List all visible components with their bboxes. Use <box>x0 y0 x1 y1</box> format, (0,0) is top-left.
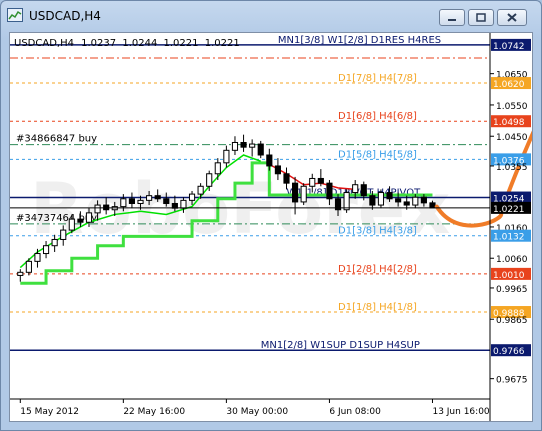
chart-header-close: 1.0221 <box>205 38 240 49</box>
candle-body <box>223 149 230 164</box>
restore-button[interactable] <box>468 9 494 26</box>
minimize-button[interactable] <box>439 9 465 26</box>
chart-header-high: 1.0244 <box>122 38 157 49</box>
restore-icon <box>476 13 486 22</box>
candle-body <box>249 143 256 148</box>
chart-header-low: 1.0221 <box>164 38 199 49</box>
candle-body <box>51 238 58 247</box>
chart-window-icon <box>7 8 23 22</box>
candle-body <box>146 195 153 201</box>
window-title: USDCAD,H4 <box>29 9 101 23</box>
close-icon <box>507 13 517 22</box>
candle-body <box>369 195 376 206</box>
candle-body <box>214 162 221 175</box>
candle-body <box>283 173 290 184</box>
candle-body <box>120 198 127 208</box>
candle-body <box>42 245 50 255</box>
svg-text:RoboForex: RoboForex <box>30 168 450 250</box>
price-tick-label: 1.0060 <box>496 255 528 265</box>
candle-body <box>128 198 136 204</box>
level-label: D1[3/8] H4[3/8] <box>338 226 417 237</box>
candle-body <box>197 185 204 195</box>
price-tick-label: 0.9675 <box>496 376 528 386</box>
level-label: MN1[3/8] W1[2/8] D1RES H4RES <box>278 35 441 46</box>
candle-body <box>257 143 264 156</box>
candle-body <box>85 212 93 223</box>
level-label: MN1[2/8] W1SUP D1SUP H4SUP <box>261 340 420 351</box>
chart-canvas: RoboForex MN1[3/8] W1[2/8] D1RES H4RES D1… <box>10 33 532 421</box>
price-tag-label: 1.0620 <box>493 80 525 90</box>
candle-body <box>180 199 187 209</box>
candle-body <box>154 195 161 200</box>
candle-body <box>395 198 402 203</box>
candle-body <box>60 229 67 240</box>
candle-body <box>34 253 41 262</box>
level-label: D1[5/8] H4[5/8] <box>338 149 417 160</box>
level-label: D1[7/8] H4[7/8] <box>338 73 417 84</box>
candle-body <box>420 196 427 204</box>
chart-header-symbol: USDCAD,H4 <box>14 38 74 49</box>
candle-body <box>206 173 213 187</box>
time-tick-label: 13 Jun 16:00 <box>432 407 489 417</box>
price-tick-label: 1.0355 <box>496 163 528 173</box>
candle-body <box>343 192 350 211</box>
candle-body <box>377 192 385 206</box>
candle-body <box>412 196 419 206</box>
time-tick-label: 30 May 00:00 <box>226 407 288 417</box>
candle-body <box>137 199 144 204</box>
price-tag-label: 0.9766 <box>493 347 525 357</box>
candle-body <box>163 198 170 204</box>
candle-body <box>352 184 359 194</box>
price-tag-label: 1.0010 <box>493 271 525 281</box>
candle-body <box>317 177 324 184</box>
price-tag-label: 1.0221 <box>493 205 525 215</box>
candle-body <box>300 185 307 203</box>
candle-body <box>309 177 316 187</box>
candle-body <box>403 201 410 206</box>
price-tick-label: 0.9865 <box>496 316 528 326</box>
candle-body <box>266 154 273 167</box>
chart-header-open: 1.0237 <box>81 38 116 49</box>
price-tick-label: 1.0450 <box>496 133 528 143</box>
price-chart[interactable]: RoboForex MN1[3/8] W1[2/8] D1RES H4RES D1… <box>9 32 533 422</box>
close-button[interactable] <box>497 9 527 26</box>
candle-body <box>188 193 196 201</box>
level-label: D1[2/8] H4[2/8] <box>338 264 417 275</box>
chart-header: USDCAD,H4 1.0237 1.0244 1.0221 1.0221 <box>14 38 240 49</box>
candle-body <box>274 165 281 175</box>
candle-body <box>17 271 24 276</box>
candle-body <box>326 182 333 200</box>
minimize-icon <box>448 19 456 21</box>
order-label: #34737464 buy <box>16 213 97 224</box>
roboforex-watermark: RoboForex <box>30 168 450 250</box>
price-tag-label: 1.0742 <box>493 42 525 52</box>
candle-body <box>68 218 75 231</box>
candle-body <box>360 184 367 197</box>
time-tick-label: 22 May 16:00 <box>123 407 185 417</box>
order-label: #34866847 buy <box>16 134 97 145</box>
price-tick-label: 1.0550 <box>496 102 528 112</box>
chart-window: USDCAD,H4 RoboForex MN1[3/8] W1[2/8] D1R… <box>0 0 542 431</box>
candle-body <box>77 218 84 223</box>
candle-body <box>240 141 247 148</box>
time-tick-label: 6 Jun 08:00 <box>329 407 381 417</box>
candle-body <box>292 182 299 203</box>
candle-body <box>429 202 436 209</box>
level-label: D1[6/8] H4[6/8] <box>338 111 417 122</box>
price-tag-label: 1.0498 <box>493 118 525 128</box>
candle-body <box>386 192 393 200</box>
title-bar[interactable]: USDCAD,H4 <box>1 1 541 31</box>
candle-body <box>94 204 101 214</box>
price-tag-label: 1.0132 <box>493 233 525 243</box>
price-tick-label: 0.9965 <box>496 285 528 295</box>
candle-body <box>231 141 239 151</box>
level-label: D1[1/8] H4[1/8] <box>338 302 417 313</box>
time-tick-label: 15 May 2012 <box>20 407 79 417</box>
candle-body <box>25 260 32 273</box>
